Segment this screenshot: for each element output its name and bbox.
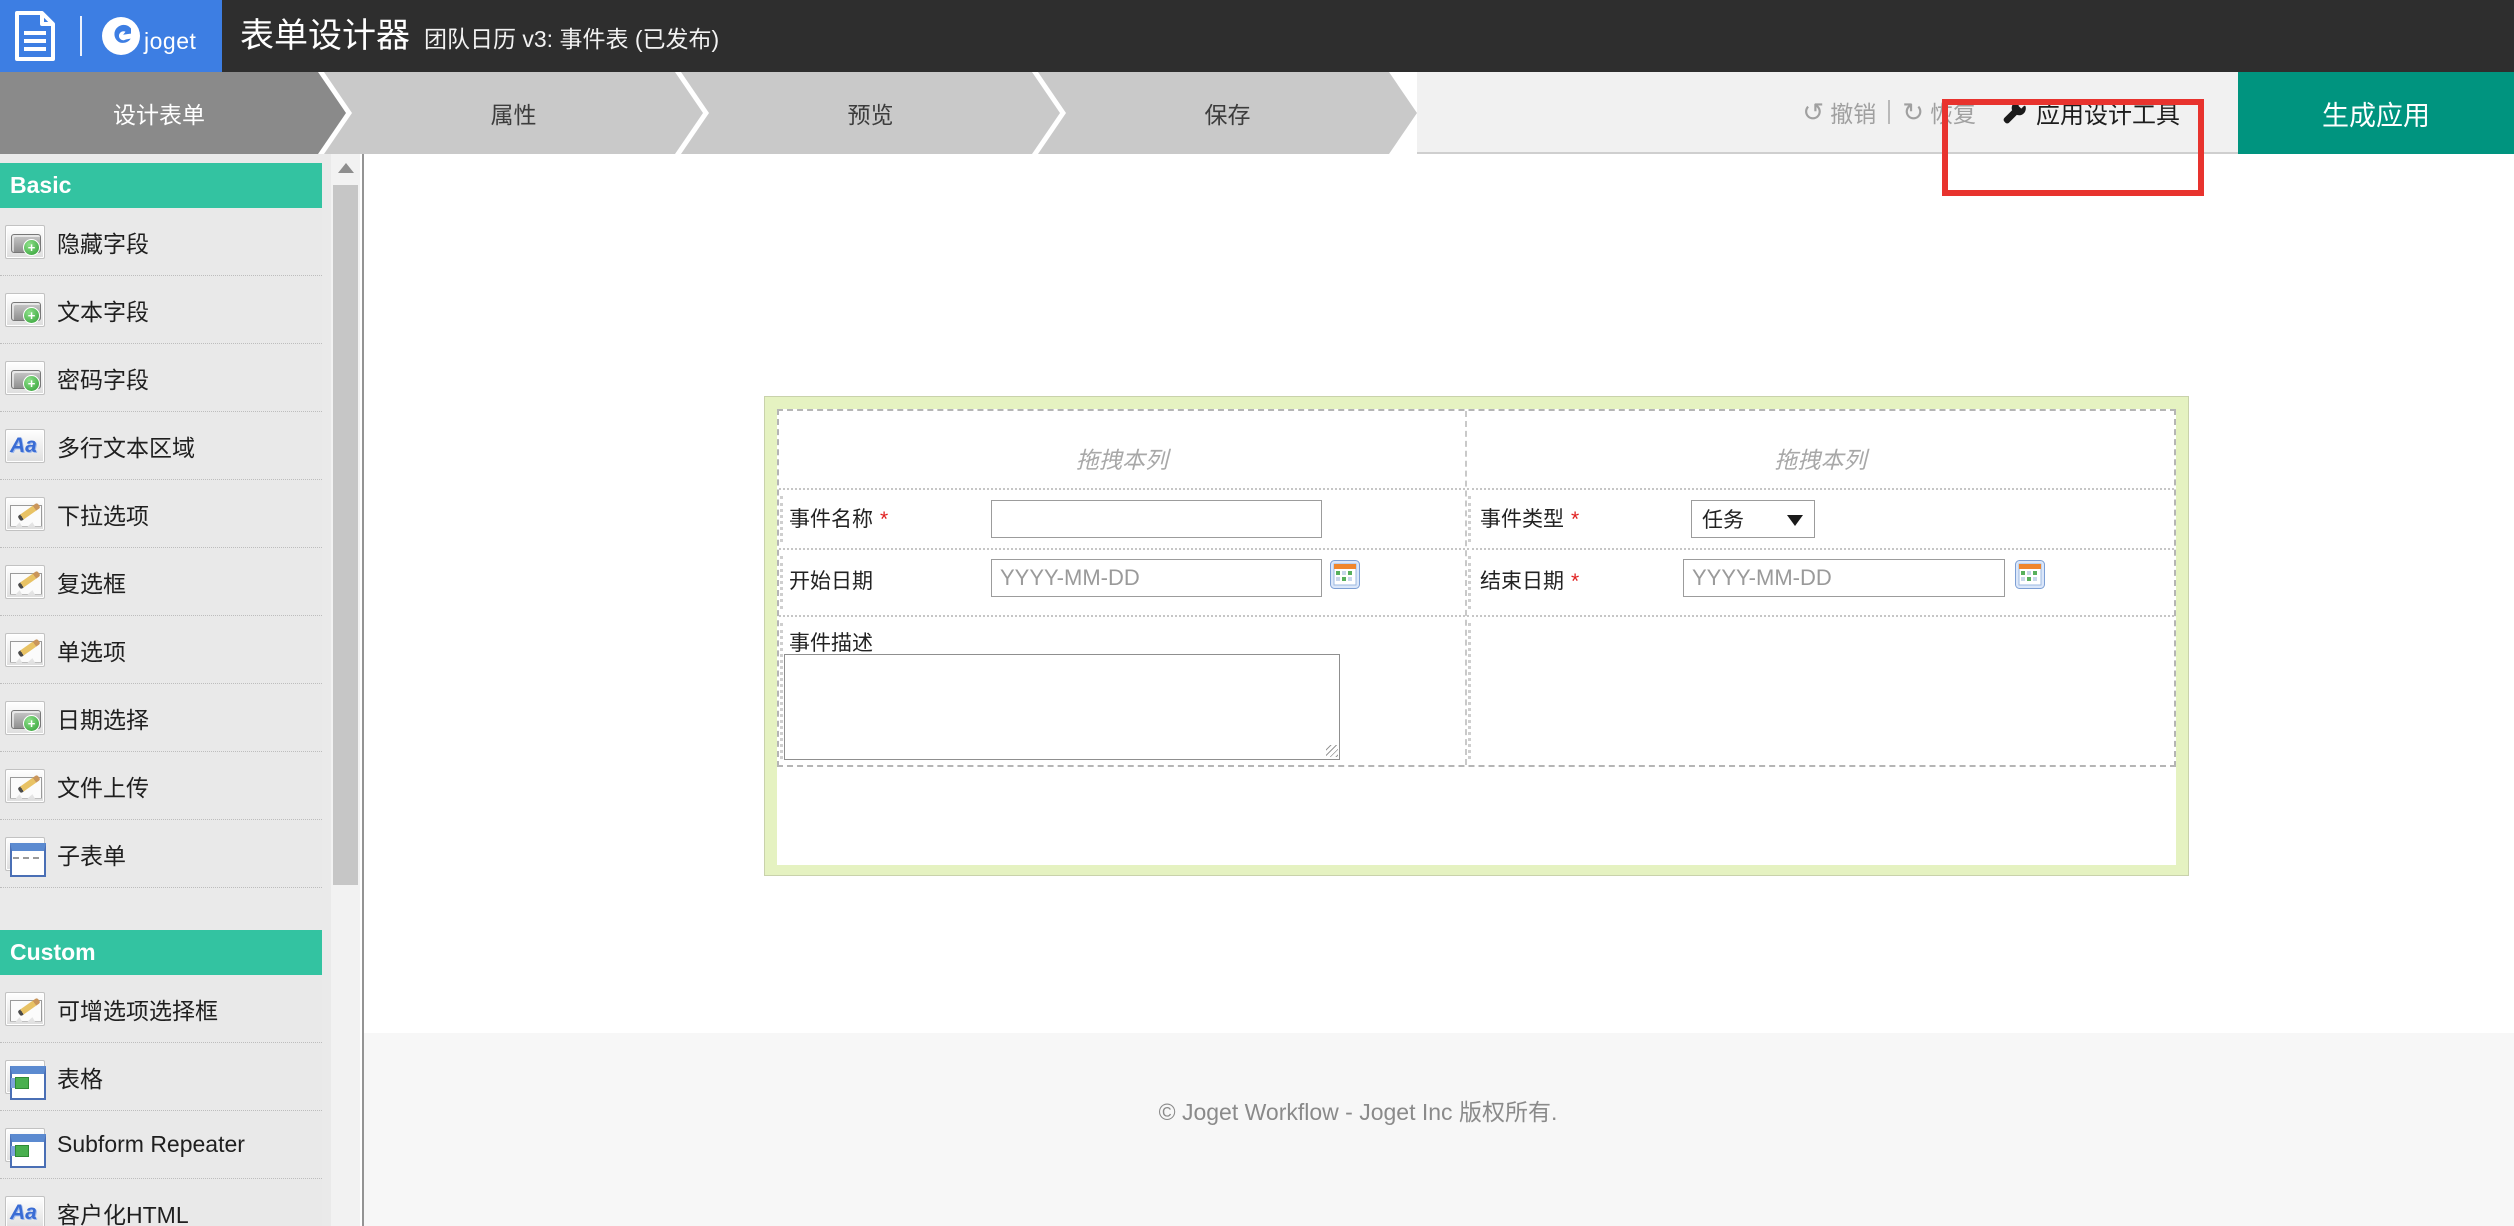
event-type-select[interactable]: 任务 xyxy=(1691,500,1815,538)
edit-icon xyxy=(5,565,45,599)
required-marker: * xyxy=(880,508,888,531)
field-label: 事件名称* xyxy=(789,490,888,550)
redo-icon xyxy=(1902,97,1924,128)
event-name-input[interactable] xyxy=(991,500,1322,538)
drag-hint-right: 拖拽本列 xyxy=(1467,411,2174,488)
dropdown-caret-icon xyxy=(1787,515,1803,526)
palette-list-basic: 隐藏字段 文本字段 密码字段 多行文本区域 下拉选项 复选框 xyxy=(0,208,322,888)
app-design-tools-button[interactable]: 应用设计工具 xyxy=(2002,95,2180,130)
brand-divider xyxy=(80,16,82,56)
form-column-left[interactable]: 拖拽本列 事件名称* 开始日期 xyxy=(779,411,1465,765)
form-context-subtitle: 团队日历 v3: 事件表 (已发布) xyxy=(424,20,719,54)
palette-item-textarea[interactable]: 多行文本区域 xyxy=(0,412,322,480)
scrollbar-up-arrow-icon[interactable] xyxy=(338,163,354,173)
field-row-start-date[interactable]: 开始日期 xyxy=(779,548,1465,615)
undo-icon xyxy=(1802,97,1824,128)
joget-logo-icon xyxy=(100,15,142,57)
field-row-event-description[interactable]: 事件描述 xyxy=(779,615,1465,765)
redo-button[interactable]: 恢复 xyxy=(1902,95,1976,129)
palette-item-select[interactable]: 下拉选项 xyxy=(0,480,322,548)
form-canvas-area: 拖拽本列 事件名称* 开始日期 xyxy=(364,154,2514,1033)
edit-icon xyxy=(5,633,45,667)
grid-icon xyxy=(5,1060,45,1094)
field-row-end-date[interactable]: 结束日期* xyxy=(1467,548,2174,615)
palette-section-basic: Basic xyxy=(0,163,322,208)
palette-item-custom-html[interactable]: 客户化HTML xyxy=(0,1179,322,1226)
required-marker: * xyxy=(1571,570,1579,593)
generate-app-button[interactable]: 生成应用 xyxy=(2238,72,2514,154)
form-drop-container[interactable]: 拖拽本列 事件名称* 开始日期 xyxy=(764,396,2189,876)
brand-area[interactable]: joget xyxy=(0,0,222,72)
form-inner-area: 拖拽本列 事件名称* 开始日期 xyxy=(777,409,2176,865)
sidebar-scrollbar-thumb[interactable] xyxy=(333,185,358,885)
form-section: 拖拽本列 事件名称* 开始日期 xyxy=(777,409,2176,767)
tab-design-form[interactable]: 设计表单 xyxy=(0,72,346,154)
form-column-right[interactable]: 拖拽本列 事件类型* 任务 结束日期* xyxy=(1465,411,2174,765)
main-footer: © Joget Workflow - Joget Inc 版权所有. xyxy=(364,1033,2514,1226)
history-panel: 撤销 恢复 应用设计工具 xyxy=(1417,72,2238,154)
palette-item-text-field[interactable]: 文本字段 xyxy=(0,276,322,344)
textarea-resize-handle[interactable] xyxy=(1326,745,1338,757)
tab-preview[interactable]: 预览 xyxy=(681,72,1060,154)
edit-icon xyxy=(5,769,45,803)
grid-icon xyxy=(5,1128,45,1162)
top-bar: joget 表单设计器 团队日历 v3: 事件表 (已发布) xyxy=(0,0,2514,72)
field-icon xyxy=(5,701,45,735)
calendar-icon[interactable] xyxy=(2015,560,2045,589)
copyright-text: © Joget Workflow - Joget Inc 版权所有. xyxy=(1159,1093,1558,1127)
start-date-input[interactable] xyxy=(991,559,1322,597)
palette-item-subform-repeater[interactable]: Subform Repeater xyxy=(0,1111,322,1179)
palette-item-subform[interactable]: 子表单 xyxy=(0,820,322,888)
subform-icon xyxy=(5,837,45,871)
field-icon xyxy=(5,225,45,259)
event-description-textarea[interactable] xyxy=(784,654,1340,760)
field-label: 事件描述 xyxy=(789,627,873,657)
document-icon xyxy=(12,10,58,62)
history-separator xyxy=(1888,100,1890,124)
palette-item-date-picker[interactable]: 日期选择 xyxy=(0,684,322,752)
edit-icon xyxy=(5,992,45,1026)
drag-hint-left: 拖拽本列 xyxy=(779,411,1465,488)
joget-logo: joget xyxy=(100,15,196,57)
page-title: 表单设计器 xyxy=(240,0,410,72)
palette-item-addable-select[interactable]: 可增选项选择框 xyxy=(0,975,322,1043)
textarea-icon xyxy=(5,429,45,463)
textarea-icon xyxy=(5,1196,45,1226)
field-icon xyxy=(5,293,45,327)
select-value: 任务 xyxy=(1702,504,1744,534)
palette-item-hidden-field[interactable]: 隐藏字段 xyxy=(0,208,322,276)
joget-wordmark: joget xyxy=(144,28,196,55)
palette-item-radio[interactable]: 单选项 xyxy=(0,616,322,684)
palette-item-checkbox[interactable]: 复选框 xyxy=(0,548,322,616)
palette-item-grid[interactable]: 表格 xyxy=(0,1043,322,1111)
required-marker: * xyxy=(1571,508,1579,531)
field-row-event-name[interactable]: 事件名称* xyxy=(779,488,1465,548)
calendar-icon[interactable] xyxy=(1330,560,1360,589)
tab-properties[interactable]: 属性 xyxy=(324,72,703,154)
title-area: 表单设计器 团队日历 v3: 事件表 (已发布) xyxy=(240,0,719,72)
form-designer-page: joget 表单设计器 团队日历 v3: 事件表 (已发布) 设计表单 属性 预… xyxy=(0,0,2514,1226)
wrench-icon xyxy=(2002,100,2027,125)
redo-label: 恢复 xyxy=(1930,95,1976,129)
field-label: 结束日期* xyxy=(1480,550,1579,614)
palette-item-file-upload[interactable]: 文件上传 xyxy=(0,752,322,820)
palette-section-custom: Custom xyxy=(0,930,322,975)
undo-label: 撤销 xyxy=(1830,95,1876,129)
field-label: 开始日期 xyxy=(789,550,873,614)
palette-list-custom: 可增选项选择框 表格 Subform Repeater 客户化HTML xyxy=(0,975,322,1226)
palette-item-password-field[interactable]: 密码字段 xyxy=(0,344,322,412)
edit-icon xyxy=(5,497,45,531)
end-date-input[interactable] xyxy=(1683,559,2005,597)
field-label: 事件类型* xyxy=(1480,490,1579,550)
element-palette-sidebar: Basic 隐藏字段 文本字段 密码字段 多行文本区域 下拉选项 xyxy=(0,154,331,1226)
designer-toolbar: 设计表单 属性 预览 保存 撤销 恢复 应用设计工具 生成应用 xyxy=(0,72,2514,154)
undo-button[interactable]: 撤销 xyxy=(1802,95,1876,129)
field-icon xyxy=(5,361,45,395)
field-row-event-type[interactable]: 事件类型* 任务 xyxy=(1467,488,2174,548)
empty-row[interactable] xyxy=(1467,615,2174,765)
app-design-tools-label: 应用设计工具 xyxy=(2036,95,2180,130)
tab-save[interactable]: 保存 xyxy=(1038,72,1417,154)
